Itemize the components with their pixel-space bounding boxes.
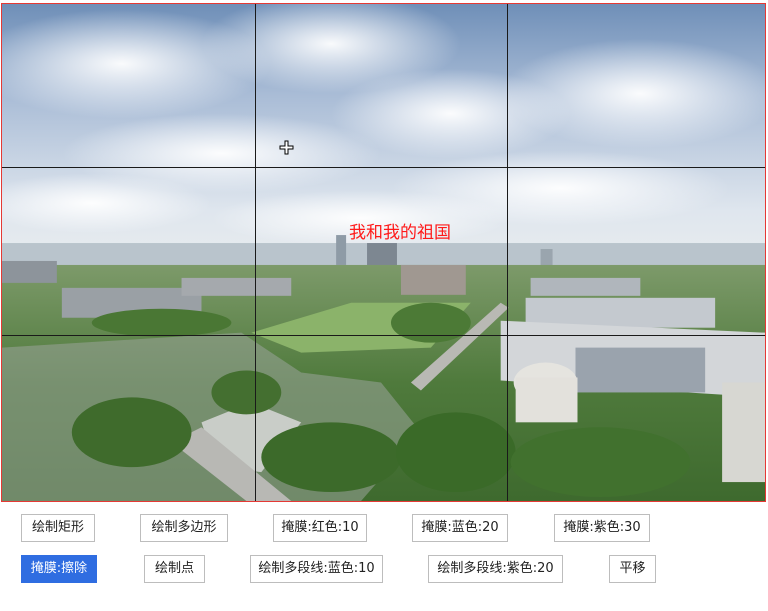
mask-erase-button[interactable]: 掩膜:擦除 (21, 555, 97, 583)
polyline-purple-button[interactable]: 绘制多段线:紫色:20 (428, 555, 563, 583)
crosshair-cursor-icon (279, 140, 294, 155)
draw-rect-button[interactable]: 绘制矩形 (21, 514, 95, 542)
draw-polygon-button[interactable]: 绘制多边形 (140, 514, 228, 542)
grid-line-horizontal-1 (2, 167, 765, 168)
campus-aerial-photo (2, 4, 765, 501)
pan-button[interactable]: 平移 (609, 555, 656, 583)
overlay-text: 我和我的祖国 (349, 223, 451, 243)
grid-line-vertical-2 (507, 4, 508, 501)
draw-point-button[interactable]: 绘制点 (144, 555, 205, 583)
mask-purple-button[interactable]: 掩膜:紫色:30 (554, 514, 650, 542)
image-canvas[interactable]: 我和我的祖国 (1, 3, 766, 502)
grid-line-vertical-1 (255, 4, 256, 501)
grid-line-horizontal-2 (2, 335, 765, 336)
mask-red-button[interactable]: 掩膜:红色:10 (273, 514, 367, 542)
polyline-blue-button[interactable]: 绘制多段线:蓝色:10 (250, 555, 383, 583)
mask-blue-button[interactable]: 掩膜:蓝色:20 (412, 514, 508, 542)
